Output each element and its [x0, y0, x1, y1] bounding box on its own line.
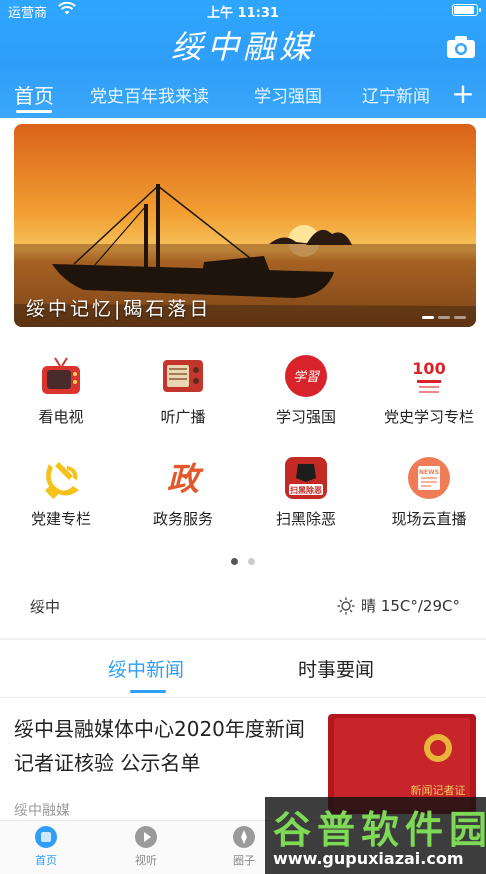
channel-tabs: 首页 党史百年我来读 学习强国 辽宁新闻	[0, 78, 486, 114]
grid-label: 看电视	[38, 408, 84, 426]
anti-crime-icon: 扫黑除恶	[285, 457, 327, 499]
grid-pagination	[0, 550, 486, 569]
banner-pagination	[418, 304, 466, 323]
grid-item-government[interactable]: 政 政务服务	[128, 456, 238, 529]
grid-item-anti-crime[interactable]: 扫黑除恶 扫黑除恶	[251, 456, 361, 529]
radio-icon	[163, 360, 203, 392]
tab-xuexi[interactable]: 学习强国	[254, 82, 322, 107]
news-tab-suizhong[interactable]: 绥中新闻	[108, 655, 184, 682]
banner-carousel[interactable]: 绥中记忆|碣石落日	[14, 124, 476, 327]
party-emblem-icon	[44, 462, 79, 500]
news-source: 绥中融媒	[14, 803, 70, 819]
sun-icon	[337, 597, 355, 615]
news-tab-current-affairs[interactable]: 时事要闻	[298, 655, 374, 682]
active-tab-indicator	[16, 110, 52, 113]
tab-liaoning-news[interactable]: 辽宁新闻	[362, 82, 430, 107]
svg-text:新闻记者证: 新闻记者证	[411, 783, 466, 797]
government-icon: 政	[167, 460, 204, 498]
nav-home[interactable]: 首页	[16, 825, 76, 868]
nav-label: 首页	[35, 854, 57, 867]
weather-info: 晴 15C°/29C°	[337, 595, 460, 616]
watermark-url: www.gupuxiazai.com	[273, 849, 464, 868]
status-bar: 运营商 上午 11:31	[0, 0, 486, 21]
watermark: 谷普软件园 www.gupuxiazai.com	[265, 797, 486, 874]
grid-item-xuexi[interactable]: 学習 学习强国	[251, 354, 361, 427]
watermark-text: 谷普软件园	[273, 808, 486, 852]
grid-item-tv[interactable]: 看电视	[6, 354, 116, 427]
location-label[interactable]: 绥中	[30, 596, 60, 617]
grid-label: 党史学习专栏	[383, 408, 474, 426]
camera-icon[interactable]	[446, 35, 476, 59]
play-icon	[135, 826, 157, 848]
xuexi-icon: 学習	[285, 355, 327, 397]
home-icon	[35, 826, 57, 848]
grid-label: 听广播	[160, 408, 206, 426]
circle-icon	[233, 826, 255, 848]
grid-item-live[interactable]: NEWS 现场云直播	[374, 456, 484, 529]
battery-icon	[452, 4, 481, 16]
svg-text:100: 100	[412, 359, 445, 378]
svg-text:扫黑除恶: 扫黑除恶	[290, 485, 322, 495]
section-divider	[0, 638, 486, 640]
grid-label: 学习强国	[275, 408, 336, 426]
grid-label: 政务服务	[152, 510, 213, 528]
svg-text:政: 政	[167, 460, 204, 498]
grid-item-party-history[interactable]: 100 党史学习专栏	[374, 354, 484, 427]
grid-label: 党建专栏	[30, 510, 91, 528]
svg-text:学習: 学習	[293, 369, 321, 385]
weather-row: 绥中 晴 15C°/29C°	[0, 582, 486, 628]
tv-icon	[42, 357, 80, 394]
nav-label: 视听	[135, 854, 157, 867]
weather-temperature: 15C°/29C°	[380, 597, 460, 615]
news-title[interactable]: 绥中县融媒体中心2020年度新闻记者证核验 公示名单	[14, 712, 314, 780]
status-time: 上午 11:31	[207, 6, 279, 21]
news-tabs-divider	[0, 697, 486, 698]
grid-item-party-building[interactable]: 党建专栏	[6, 456, 116, 529]
party-history-icon: 100	[411, 356, 447, 396]
add-channel-button[interactable]: +	[450, 80, 476, 108]
weather-condition: 晴	[361, 597, 377, 615]
svg-text:NEWS: NEWS	[419, 469, 439, 476]
grid-item-radio[interactable]: 听广播	[128, 354, 238, 427]
app-header: 运营商 上午 11:31 绥中融媒 首页 党史百年我来读 学习强国 辽宁新闻 +	[0, 0, 486, 118]
tab-home[interactable]: 首页	[14, 80, 54, 109]
grid-label: 现场云直播	[391, 510, 467, 528]
app-title: 绥中融媒	[170, 28, 315, 66]
banner-caption: 绥中记忆|碣石落日	[26, 298, 212, 320]
live-news-icon: NEWS	[408, 457, 450, 499]
nav-audio-video[interactable]: 视听	[116, 825, 176, 868]
grid-label: 扫黑除恶	[275, 510, 336, 528]
tab-party-history[interactable]: 党史百年我来读	[90, 82, 209, 107]
news-tab-indicator	[130, 690, 166, 693]
